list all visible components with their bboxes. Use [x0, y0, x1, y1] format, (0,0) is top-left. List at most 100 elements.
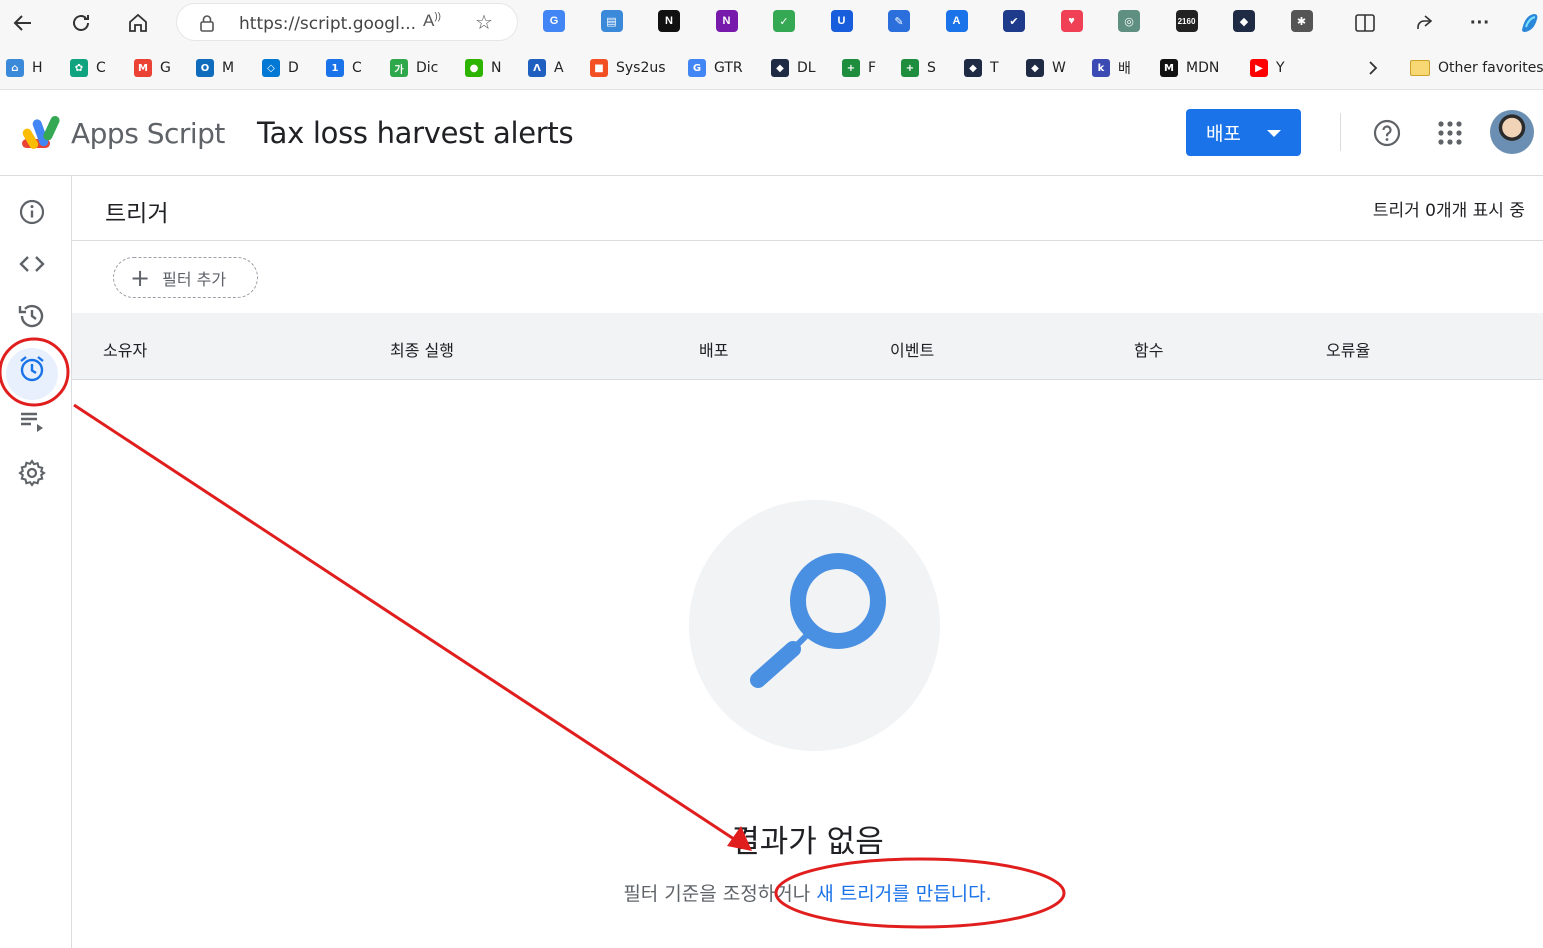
bookmarks-overflow-chevron-icon[interactable] — [1366, 58, 1380, 78]
bookmark-item[interactable]: ⌂ H — [6, 58, 43, 78]
create-new-trigger-link[interactable]: 새 트리거를 만듭니다. — [816, 883, 991, 905]
plus-icon: + — [130, 263, 151, 292]
add-filter-label: 필터 추가 — [162, 269, 227, 289]
bookmark-item[interactable]: + S — [901, 58, 936, 78]
folder-icon — [1410, 60, 1430, 76]
counter-ext-icon[interactable]: 2160 — [1175, 10, 1198, 32]
other-favorites[interactable]: Other favorites — [1410, 58, 1543, 78]
empty-state-illustration — [689, 500, 940, 751]
triggers-alarm-icon[interactable] — [16, 353, 48, 385]
app-name[interactable]: Apps Script — [71, 117, 225, 150]
bookmark-item[interactable]: G GTR — [688, 58, 743, 78]
bookmark-favicon-icon: O — [196, 59, 214, 77]
add-filter-button[interactable]: + 필터 추가 — [113, 257, 258, 298]
google-translate-ext-icon[interactable]: G — [543, 10, 565, 32]
reload-icon[interactable] — [66, 8, 96, 38]
bookmark-item[interactable]: ✿ C — [70, 58, 106, 78]
shield-ext-icon[interactable]: ✓ — [773, 10, 795, 32]
column-header-event[interactable]: 이벤트 — [890, 337, 934, 361]
project-title[interactable]: Tax loss harvest alerts — [257, 116, 574, 150]
onenote-ext-icon[interactable]: N — [715, 10, 738, 32]
editor-code-icon[interactable] — [16, 248, 48, 280]
triggers-page: 트리거 트리거 0개개 표시 중 + 필터 추가 소유자 최종 실행 배포 이벤… — [72, 176, 1543, 948]
bookmark-favicon-icon: ◇ — [262, 59, 280, 77]
back-arrow-icon[interactable] — [8, 8, 38, 38]
empty-state-title: 결과가 없음 — [731, 824, 884, 860]
read-aloud-icon[interactable]: A)) — [423, 11, 441, 31]
account-avatar[interactable] — [1490, 110, 1534, 154]
bookmark-label: Dic — [416, 60, 439, 76]
check-ext-icon[interactable]: ✔ — [1003, 10, 1025, 32]
deploy-button[interactable]: 배포 — [1186, 109, 1301, 156]
more-menu-icon[interactable]: ··· — [1465, 8, 1495, 38]
bookmark-favicon-icon: ■ — [590, 59, 608, 77]
bookmark-item[interactable]: 가 Dic — [390, 58, 438, 78]
bookmark-favicon-icon: ◆ — [771, 59, 789, 77]
column-header-deployment[interactable]: 배포 — [699, 337, 728, 361]
history-icon[interactable] — [16, 300, 48, 332]
title-divider — [72, 240, 1543, 241]
header-divider — [1340, 113, 1341, 151]
bookmark-label: H — [32, 60, 43, 76]
notion-ext-icon[interactable]: N — [658, 10, 680, 32]
bookmark-favicon-icon: ◆ — [964, 59, 982, 77]
puzzle-ext-icon[interactable]: ✱ — [1290, 10, 1313, 32]
ai-ext-icon[interactable]: ◎ — [1118, 10, 1140, 32]
overview-info-icon[interactable] — [16, 196, 48, 228]
cube-ext-icon[interactable]: ◆ — [1233, 10, 1255, 32]
bookmark-item[interactable]: ◆ T — [964, 58, 999, 78]
pocket-ext-icon[interactable]: ♥ — [1060, 10, 1083, 32]
bookmark-item[interactable]: M MDN — [1160, 58, 1219, 78]
bitwarden-ext-icon[interactable]: U — [830, 10, 853, 32]
favorite-star-icon[interactable]: ☆ — [475, 10, 493, 35]
bookmark-label: T — [990, 60, 999, 76]
empty-state-message: 필터 기준을 조정하거나 새 트리거를 만듭니다. — [72, 879, 1543, 906]
pen-ext-icon[interactable]: ✎ — [888, 10, 910, 32]
bookmark-item[interactable]: ● N — [465, 58, 501, 78]
page-title: 트리거 — [105, 201, 169, 227]
reader-ext-icon[interactable]: ▤ — [600, 10, 623, 32]
bookmark-item[interactable]: ◇ D — [262, 58, 299, 78]
home-icon[interactable] — [123, 8, 153, 38]
bookmark-item[interactable]: ◆ W — [1026, 58, 1066, 78]
empty-state-message-prefix: 필터 기준을 조정하거나 — [623, 883, 817, 905]
bookmark-item[interactable]: + F — [842, 58, 876, 78]
help-icon[interactable] — [1372, 118, 1402, 153]
url-text: https://script.googl... — [239, 14, 417, 34]
apps-script-logo-icon[interactable] — [20, 113, 64, 156]
bookmark-item[interactable]: ◆ DL — [771, 58, 816, 78]
bookmark-item[interactable]: k배 — [1092, 58, 1131, 78]
bookmark-label: F — [868, 60, 877, 76]
address-bar[interactable]: https://script.googl... A)) ☆ — [176, 3, 518, 41]
bookmark-favicon-icon: + — [901, 59, 919, 77]
dropdown-caret-icon — [1267, 130, 1281, 137]
trigger-count-label: 트리거 0개개 표시 중 — [1372, 201, 1525, 221]
settings-gear-icon[interactable] — [16, 457, 48, 489]
browser-toolbar: https://script.googl... A)) ☆ G ▤ N N ✓ U ✎ A ✔ ♥… — [0, 0, 1543, 46]
font-ext-icon[interactable]: A — [945, 10, 968, 32]
column-header-last-run[interactable]: 최종 실행 — [390, 337, 454, 361]
column-header-function[interactable]: 함수 — [1134, 337, 1163, 361]
deploy-button-label: 배포 — [1206, 123, 1241, 145]
executions-list-icon[interactable] — [16, 405, 48, 437]
copilot-icon[interactable] — [1515, 8, 1543, 38]
bookmark-label: S — [927, 60, 936, 76]
split-screen-icon[interactable] — [1350, 8, 1380, 38]
bookmark-label: Sys2us — [616, 60, 666, 76]
other-favorites-label: Other favorites — [1438, 60, 1543, 76]
bookmark-favicon-icon: + — [842, 59, 860, 77]
column-header-owner[interactable]: 소유자 — [103, 337, 147, 361]
bookmark-favicon-icon: ● — [465, 59, 483, 77]
column-header-error-rate[interactable]: 오류율 — [1326, 337, 1370, 361]
google-apps-grid-icon[interactable] — [1437, 120, 1463, 151]
bookmark-label: Y — [1276, 60, 1285, 76]
app-header: Apps Script Tax loss harvest alerts 배포 — [0, 91, 1543, 176]
share-icon[interactable] — [1408, 8, 1438, 38]
bookmark-item[interactable]: ■ Sys2us — [590, 58, 666, 78]
bookmark-item[interactable]: ΛA — [528, 58, 564, 78]
bookmarks-bar: ⌂ H ✿ C M G O M ◇ D 1 C 가 Dic ● N Λ A ■ Sys2us G GTR ◆ DL + F + S ◆ T… — [0, 46, 1543, 90]
bookmark-item[interactable]: 1C — [326, 58, 362, 78]
bookmark-item[interactable]: ▶ Y — [1250, 58, 1285, 78]
bookmark-item[interactable]: MG — [134, 58, 171, 78]
bookmark-item[interactable]: OM — [196, 58, 234, 78]
